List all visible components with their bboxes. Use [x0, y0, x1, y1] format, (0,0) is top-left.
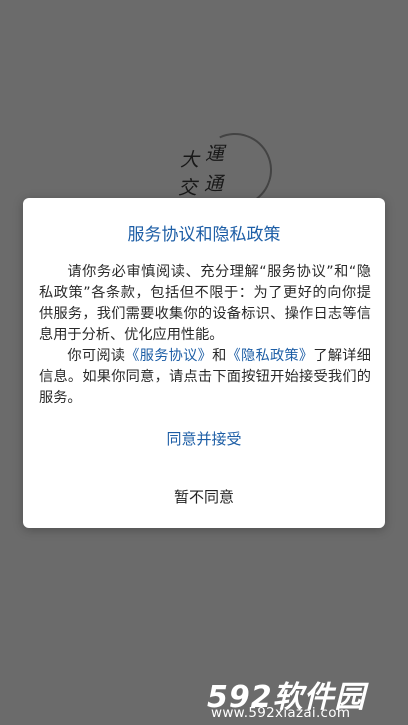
privacy-dialog: 服务协议和隐私政策 请你务必审慎阅读、充分理解“服务协议”和“隐私政策”各条款，… — [23, 198, 385, 528]
dialog-body: 请你务必审慎阅读、充分理解“服务协议”和“隐私政策”各条款，包括但不限于：为了更… — [39, 262, 371, 409]
dialog-title: 服务协议和隐私政策 — [127, 225, 281, 245]
disagree-button[interactable]: 暂不同意 — [23, 480, 385, 513]
service-agreement-link[interactable]: 《服务协议》 — [125, 348, 212, 364]
agree-button[interactable]: 同意并接受 — [23, 422, 385, 455]
watermark: 592软件园 www.592xiazai.com — [205, 672, 405, 724]
policy-paragraph-links: 你可阅读《服务协议》和《隐私政策》了解详细信息。如果你同意，请点击下面按钮开始接… — [39, 346, 371, 409]
privacy-policy-link[interactable]: 《隐私政策》 — [227, 348, 314, 364]
watermark-url: www.592xiazai.com — [211, 705, 351, 721]
p2-prefix: 你可阅读 — [67, 348, 126, 364]
p2-and: 和 — [212, 348, 227, 364]
policy-paragraph: 请你务必审慎阅读、充分理解“服务协议”和“隐私政策”各条款，包括但不限于：为了更… — [39, 264, 371, 343]
